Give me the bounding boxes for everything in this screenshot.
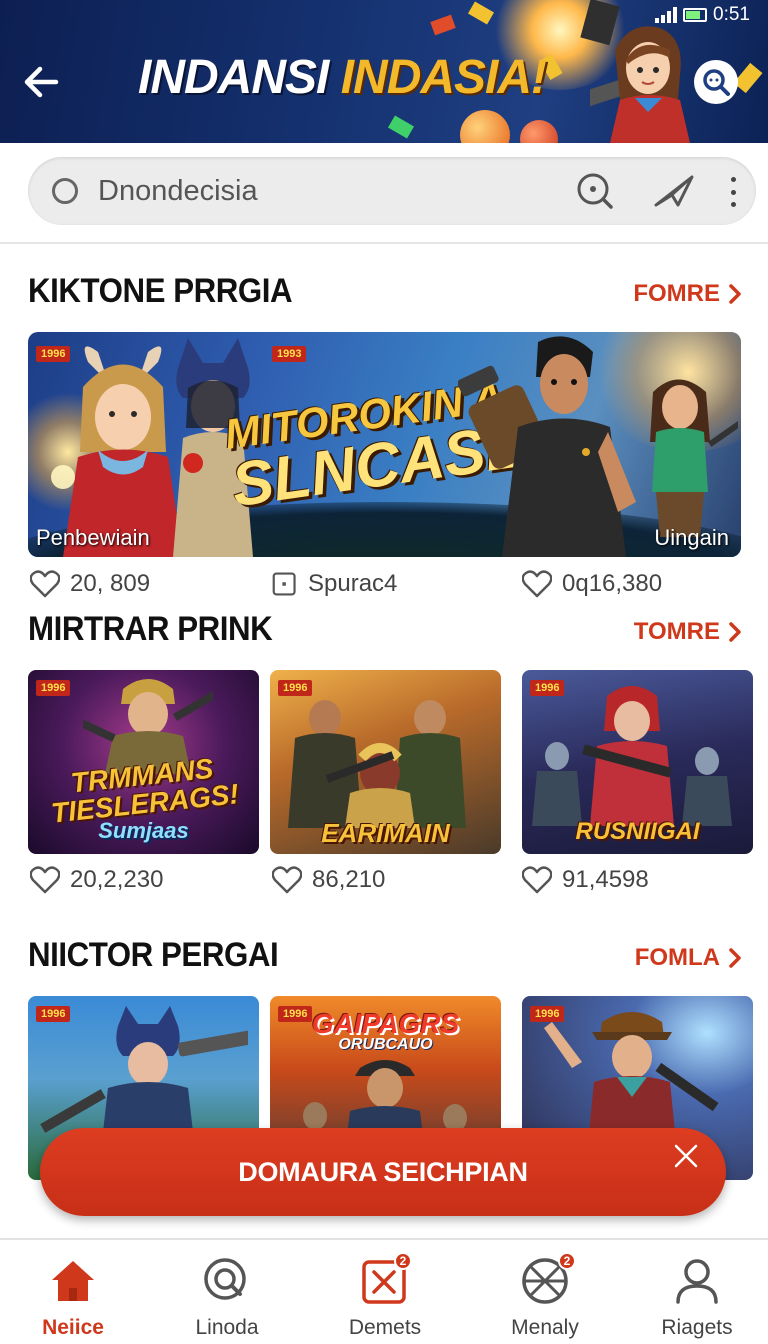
section-title: MIRTRAR PRINK — [28, 610, 273, 648]
nav-item-search[interactable]: Linoda — [162, 1252, 292, 1342]
banner-caption-right: Uingain — [654, 525, 729, 550]
status-time: 0:51 — [713, 4, 750, 25]
section-more-link[interactable]: FOMLA — [635, 944, 742, 972]
back-button[interactable] — [20, 60, 64, 104]
heart-icon — [272, 866, 302, 894]
section-more-link[interactable]: TOMRE — [634, 618, 742, 646]
game-card[interactable]: 1996 RUSNIIGAI — [522, 670, 753, 854]
promo-toast-button[interactable]: DOMAURA SEICHPIAN — [40, 1128, 726, 1216]
search-icon[interactable] — [575, 171, 615, 211]
nav-item-demets[interactable]: 2 Demets — [320, 1252, 450, 1342]
like-stat[interactable]: 91,4598 — [522, 866, 649, 894]
card-subtitle: Sumjaas — [98, 818, 189, 843]
heart-icon — [522, 570, 552, 598]
nav-label: Menaly — [511, 1316, 579, 1339]
chevron-right-icon — [729, 622, 741, 642]
like-count: 86,210 — [312, 866, 386, 893]
like-count: 20,2,230 — [70, 866, 164, 893]
search-input[interactable] — [98, 169, 558, 213]
more-label: FOMRE — [633, 280, 720, 307]
home-icon — [52, 1261, 94, 1301]
section-more-link[interactable]: FOMRE — [633, 280, 742, 308]
banner-tag: 1993 — [272, 346, 307, 362]
search-icon — [703, 69, 730, 96]
close-icon[interactable] — [672, 1142, 700, 1170]
game-card[interactable]: 1996 EARIMAIN — [270, 670, 501, 854]
title-part-1: INDANSI — [138, 51, 329, 104]
like-stat[interactable]: 20, 809 — [30, 570, 150, 598]
nav-label: Riagets — [661, 1316, 733, 1339]
square-icon — [272, 572, 296, 596]
like-count: 0q16,380 — [562, 570, 663, 597]
notification-badge: 2 — [558, 1252, 576, 1270]
like-stat[interactable]: 86,210 — [272, 866, 385, 894]
confetti — [733, 62, 763, 94]
header-orb — [520, 120, 558, 143]
app-header: 0:51 INDANSI INDASIA! — [0, 0, 768, 143]
confetti — [387, 115, 415, 139]
more-label: TOMRE — [633, 618, 720, 645]
share-label: Spurac4 — [308, 570, 398, 597]
toast-label: DOMAURA SEICHPIAN — [238, 1156, 528, 1187]
heart-icon — [522, 866, 552, 894]
like-stat[interactable]: 20,2,230 — [30, 866, 163, 894]
more-options-icon[interactable] — [728, 177, 738, 207]
card-title: RUSNIIGAI — [575, 818, 700, 845]
character-illustration — [458, 336, 636, 557]
character-group-illustration — [532, 686, 732, 826]
banner-caption-left: Penbewiain — [36, 525, 150, 550]
like-count: 91,4598 — [562, 866, 649, 893]
arrow-left-icon — [24, 66, 59, 98]
search-icon — [204, 1258, 246, 1300]
card-title: GAIPAGRS — [311, 1008, 460, 1039]
search-bar — [28, 157, 756, 225]
title-part-2: INDASIA! — [340, 51, 547, 104]
nav-item-home[interactable]: Neiice — [8, 1252, 138, 1342]
card-title: EARIMAIN — [321, 818, 450, 848]
share-stat[interactable]: Spurac4 — [272, 570, 397, 598]
section-title: NIICTOR PERGAI — [28, 936, 279, 974]
chevron-right-icon — [729, 948, 741, 968]
chevron-right-icon — [729, 284, 741, 304]
bottom-navigation: Neiice Linoda 2 Demets 2 Menaly Riagets — [0, 1238, 768, 1344]
search-area — [0, 143, 768, 244]
card-subtitle: ORUBCAUO — [338, 1036, 433, 1053]
nav-label: Demets — [348, 1316, 422, 1339]
like-count: 20, 809 — [70, 570, 151, 597]
card-tag: 1996 — [36, 680, 71, 696]
section-title: KIKTONE PRRGIA — [28, 272, 293, 310]
character-group-illustration — [288, 700, 466, 828]
header-search-button[interactable] — [694, 60, 738, 104]
confetti — [430, 14, 456, 36]
more-label: FOMLA — [634, 944, 720, 971]
heart-icon — [30, 866, 60, 894]
hero-character-illustration — [590, 26, 690, 143]
nav-label: Linoda — [195, 1316, 259, 1339]
game-card[interactable]: 1996 TRMMANS TIESLERAGS! Sumjaas — [28, 670, 259, 854]
person-icon — [676, 1259, 718, 1304]
notification-badge: 2 — [394, 1252, 412, 1270]
nav-label: Neiice — [42, 1316, 104, 1339]
like-stat[interactable]: 0q16,380 — [522, 570, 662, 598]
radio-circle-icon — [52, 178, 78, 204]
page-title: INDANSI INDASIA! — [138, 50, 547, 105]
featured-banner[interactable]: 1996 1993 MITOROKIN A SLNCASL! Penbewiai… — [28, 332, 741, 557]
nav-item-menaly[interactable]: 2 Menaly — [480, 1252, 610, 1342]
send-icon[interactable] — [652, 171, 698, 211]
heart-icon — [30, 570, 60, 598]
nav-item-profile[interactable]: Riagets — [632, 1252, 762, 1342]
header-orb — [460, 110, 510, 143]
